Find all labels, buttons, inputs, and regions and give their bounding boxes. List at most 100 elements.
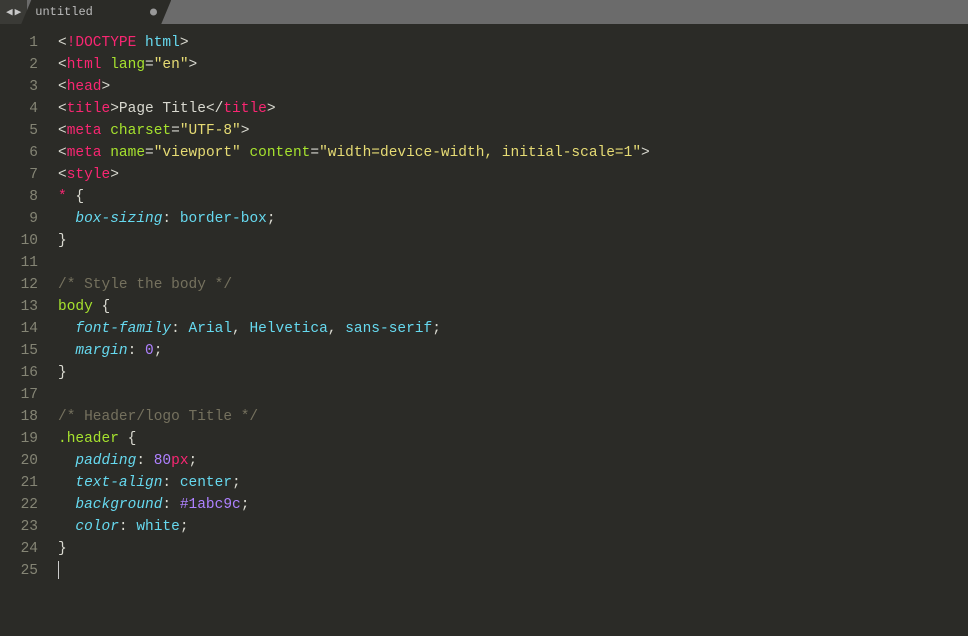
code-line[interactable]: color: white; xyxy=(58,516,968,538)
code-line[interactable]: * { xyxy=(58,186,968,208)
token xyxy=(102,145,111,161)
code-line[interactable]: .header { xyxy=(58,428,968,450)
code-area[interactable]: <!DOCTYPE html><html lang="en"><head><ti… xyxy=(48,24,968,636)
token: : xyxy=(162,211,179,227)
code-line[interactable]: <html lang="en"> xyxy=(58,54,968,76)
token: body xyxy=(58,299,93,315)
token xyxy=(102,123,111,139)
token xyxy=(58,519,75,535)
line-number: 6 xyxy=(0,142,38,164)
code-line[interactable]: /* Header/logo Title */ xyxy=(58,406,968,428)
token: .header xyxy=(58,431,119,447)
code-line[interactable]: <style> xyxy=(58,164,968,186)
token: "en" xyxy=(154,57,189,73)
token: html xyxy=(67,57,102,73)
token: center xyxy=(180,475,232,491)
token: Helvetica xyxy=(249,321,327,337)
token: : xyxy=(136,453,153,469)
code-line[interactable]: <!DOCTYPE html> xyxy=(58,32,968,54)
code-line[interactable]: margin: 0; xyxy=(58,340,968,362)
code-line[interactable]: text-align: center; xyxy=(58,472,968,494)
line-number: 18 xyxy=(0,406,38,428)
code-line[interactable]: } xyxy=(58,538,968,560)
line-number: 16 xyxy=(0,362,38,384)
token: < xyxy=(58,145,67,161)
token: title xyxy=(67,101,111,117)
code-line[interactable]: <meta charset="UTF-8"> xyxy=(58,120,968,142)
token: text-align xyxy=(75,475,162,491)
code-line[interactable]: padding: 80px; xyxy=(58,450,968,472)
token: px xyxy=(171,453,188,469)
token: < xyxy=(58,167,67,183)
text-cursor xyxy=(58,561,59,579)
token: } xyxy=(58,541,67,557)
token: "UTF-8" xyxy=(180,123,241,139)
token: border-box xyxy=(180,211,267,227)
code-line[interactable]: } xyxy=(58,362,968,384)
token: style xyxy=(67,167,111,183)
token: } xyxy=(58,365,67,381)
line-number: 24 xyxy=(0,538,38,560)
token: box-sizing xyxy=(75,211,162,227)
code-line[interactable]: box-sizing: border-box; xyxy=(58,208,968,230)
code-line[interactable]: /* Style the body */ xyxy=(58,274,968,296)
code-line[interactable]: body { xyxy=(58,296,968,318)
token xyxy=(102,57,111,73)
code-line[interactable]: font-family: Arial, Helvetica, sans-seri… xyxy=(58,318,968,340)
code-line[interactable]: <meta name="viewport" content="width=dev… xyxy=(58,142,968,164)
code-line[interactable] xyxy=(58,384,968,406)
token: font-family xyxy=(75,321,171,337)
code-line[interactable] xyxy=(58,560,968,582)
token: Page Title xyxy=(119,101,206,117)
token: meta xyxy=(67,123,102,139)
line-number: 11 xyxy=(0,252,38,274)
token: < xyxy=(58,79,67,95)
line-number: 19 xyxy=(0,428,38,450)
line-number: 20 xyxy=(0,450,38,472)
code-line[interactable]: <title>Page Title</title> xyxy=(58,98,968,120)
token: > xyxy=(110,167,119,183)
token: , xyxy=(232,321,249,337)
tab-title: untitled xyxy=(35,5,93,19)
token: name xyxy=(110,145,145,161)
token: { xyxy=(119,431,136,447)
token: ; xyxy=(432,321,441,337)
token: 0 xyxy=(145,343,154,359)
token: = xyxy=(145,57,154,73)
code-editor[interactable]: 1234567891011121314151617181920212223242… xyxy=(0,24,968,636)
token: /* Style the body */ xyxy=(58,277,232,293)
code-line[interactable]: <head> xyxy=(58,76,968,98)
line-number: 3 xyxy=(0,76,38,98)
token: lang xyxy=(110,57,145,73)
line-number: 13 xyxy=(0,296,38,318)
code-line[interactable] xyxy=(58,252,968,274)
token: 80 xyxy=(154,453,171,469)
token: charset xyxy=(110,123,171,139)
token: content xyxy=(249,145,310,161)
token: #1abc9c xyxy=(180,497,241,513)
line-number: 8 xyxy=(0,186,38,208)
token: : xyxy=(128,343,145,359)
line-number: 22 xyxy=(0,494,38,516)
token: ; xyxy=(154,343,163,359)
dirty-indicator-icon xyxy=(150,9,157,16)
token: "width=device-width, initial-scale=1" xyxy=(319,145,641,161)
token: > xyxy=(110,101,119,117)
token xyxy=(58,475,75,491)
token: title xyxy=(223,101,267,117)
code-line[interactable]: } xyxy=(58,230,968,252)
token: : xyxy=(162,497,179,513)
line-number: 4 xyxy=(0,98,38,120)
token xyxy=(58,321,75,337)
code-line[interactable]: background: #1abc9c; xyxy=(58,494,968,516)
token: ; xyxy=(241,497,250,513)
token: : xyxy=(119,519,136,535)
file-tab[interactable]: untitled xyxy=(21,0,171,24)
token: > xyxy=(102,79,111,95)
token: background xyxy=(75,497,162,513)
token: meta xyxy=(67,145,102,161)
token: padding xyxy=(75,453,136,469)
token: white xyxy=(136,519,180,535)
token: DOCTYPE xyxy=(75,35,136,51)
token xyxy=(136,35,145,51)
